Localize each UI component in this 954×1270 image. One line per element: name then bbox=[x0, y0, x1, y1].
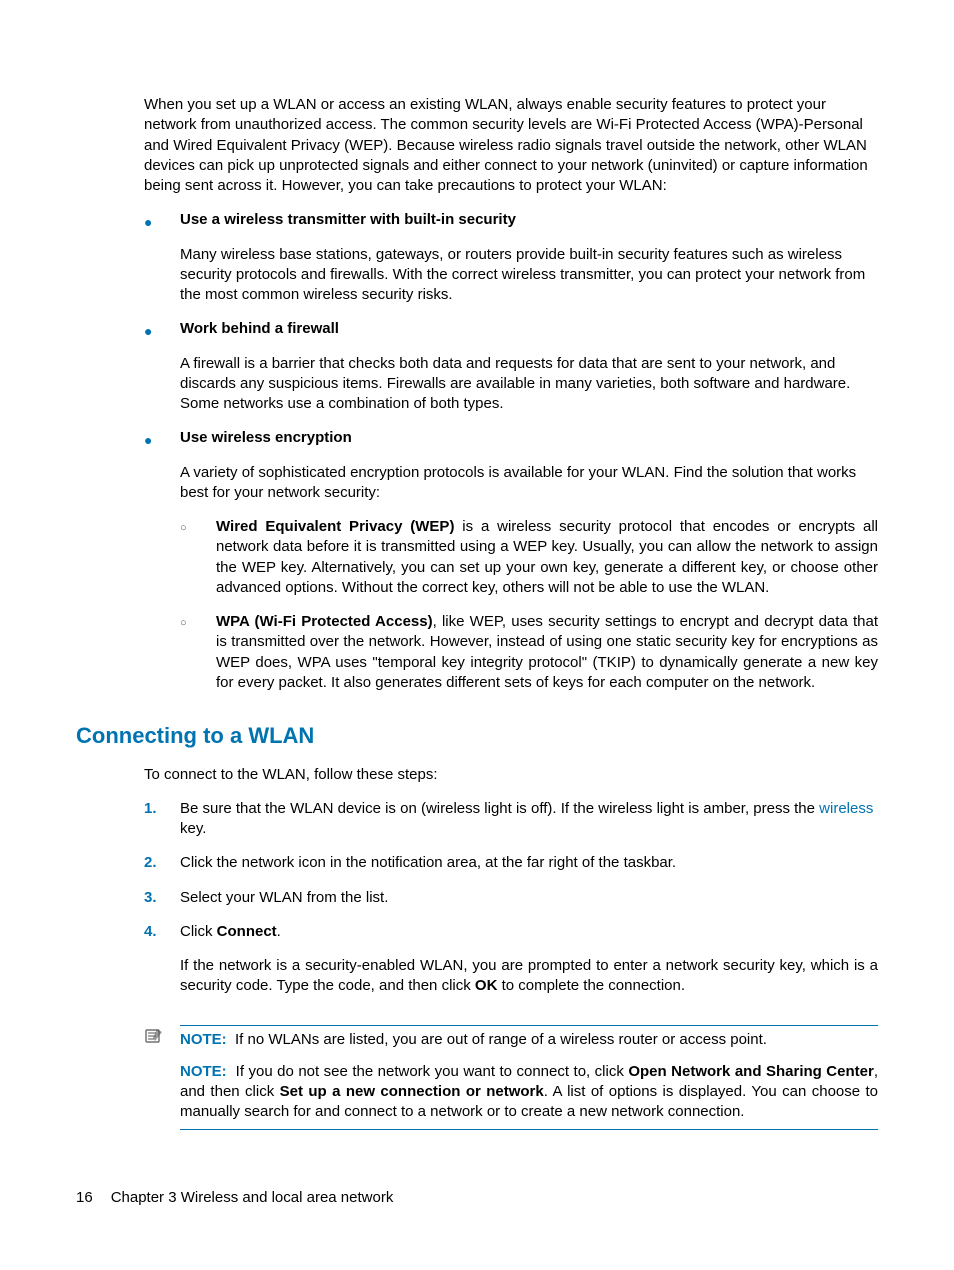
step4-post: . bbox=[277, 923, 281, 940]
bullet-body-text: A firewall is a barrier that checks both… bbox=[180, 354, 878, 415]
list-item: 4. Click Connect. If the network is a se… bbox=[144, 922, 878, 1011]
step1-pre: Be sure that the WLAN device is on (wire… bbox=[180, 800, 819, 817]
page-number: 16 bbox=[76, 1188, 93, 1208]
section-intro-text: To connect to the WLAN, follow these ste… bbox=[144, 765, 878, 785]
document-page: When you set up a WLAN or access an exis… bbox=[0, 0, 954, 1270]
security-bullet-list: ● Use a wireless transmitter with built-… bbox=[144, 210, 878, 693]
list-item: ○ Wired Equivalent Privacy (WEP) is a wi… bbox=[180, 517, 878, 598]
bullet-title: Use wireless encryption bbox=[180, 428, 878, 448]
bullet-body-text: A variety of sophisticated encryption pr… bbox=[180, 463, 878, 504]
list-item: ● Work behind a firewall A firewall is a… bbox=[144, 319, 878, 414]
bullet-content: Use a wireless transmitter with built-in… bbox=[180, 210, 878, 305]
step4-extra: If the network is a security-enabled WLA… bbox=[180, 956, 878, 997]
intro-paragraph: When you set up a WLAN or access an exis… bbox=[144, 95, 878, 196]
page-footer: 16 Chapter 3 Wireless and local area netw… bbox=[76, 1188, 393, 1208]
sub-item-body: WPA (Wi-Fi Protected Access), like WEP, … bbox=[216, 612, 878, 693]
step4-extra-post: to complete the connection. bbox=[497, 977, 685, 994]
step4-pre: Click bbox=[180, 923, 217, 940]
intro-text: When you set up a WLAN or access an exis… bbox=[144, 95, 878, 196]
note2-pre: If you do not see the network you want t… bbox=[236, 1063, 629, 1080]
circle-bullet-icon: ○ bbox=[180, 612, 216, 693]
step-number: 4. bbox=[144, 922, 180, 1011]
section-heading: Connecting to a WLAN bbox=[76, 721, 878, 751]
open-network-label: Open Network and Sharing Center bbox=[628, 1063, 873, 1080]
note1-text: If no WLANs are listed, you are out of r… bbox=[235, 1031, 767, 1048]
note-2: NOTE: If you do not see the network you … bbox=[180, 1062, 878, 1123]
circle-bullet-icon: ○ bbox=[180, 517, 216, 598]
bullet-icon: ● bbox=[144, 428, 180, 693]
note-1: NOTE: If no WLANs are listed, you are ou… bbox=[180, 1030, 878, 1050]
bullet-title: Work behind a firewall bbox=[180, 319, 878, 339]
step-number: 3. bbox=[144, 888, 180, 908]
note-content: NOTE: If no WLANs are listed, you are ou… bbox=[180, 1025, 878, 1130]
bullet-icon: ● bbox=[144, 210, 180, 305]
steps-list: 1. Be sure that the WLAN device is on (w… bbox=[144, 799, 878, 1011]
bullet-icon: ● bbox=[144, 319, 180, 414]
step-number: 2. bbox=[144, 853, 180, 873]
bullet-title: Use a wireless transmitter with built-in… bbox=[180, 210, 878, 230]
list-item: 2. Click the network icon in the notific… bbox=[144, 853, 878, 873]
note-label: NOTE: bbox=[180, 1031, 227, 1048]
step1-post: key. bbox=[180, 820, 206, 837]
list-item: ● Use a wireless transmitter with built-… bbox=[144, 210, 878, 305]
wireless-link[interactable]: wireless bbox=[819, 800, 873, 817]
note-label: NOTE: bbox=[180, 1063, 227, 1080]
step-body: Click the network icon in the notificati… bbox=[180, 853, 878, 873]
setup-connection-label: Set up a new connection or network bbox=[280, 1083, 544, 1100]
bullet-content: Work behind a firewall A firewall is a b… bbox=[180, 319, 878, 414]
sub-item-bold: WPA (Wi-Fi Protected Access) bbox=[216, 613, 433, 630]
step-body: Be sure that the WLAN device is on (wire… bbox=[180, 799, 878, 840]
step-body: Select your WLAN from the list. bbox=[180, 888, 878, 908]
step-number: 1. bbox=[144, 799, 180, 840]
list-item: 3. Select your WLAN from the list. bbox=[144, 888, 878, 908]
step-body: Click Connect. If the network is a secur… bbox=[180, 922, 878, 1011]
sub-item-bold: Wired Equivalent Privacy (WEP) bbox=[216, 518, 454, 535]
note-block: NOTE: If no WLANs are listed, you are ou… bbox=[144, 1025, 878, 1130]
ok-label: OK bbox=[475, 977, 498, 994]
bullet-content: Use wireless encryption A variety of sop… bbox=[180, 428, 878, 693]
chapter-label: Chapter 3 Wireless and local area networ… bbox=[111, 1189, 394, 1206]
section-intro: To connect to the WLAN, follow these ste… bbox=[144, 765, 878, 785]
list-item: ● Use wireless encryption A variety of s… bbox=[144, 428, 878, 693]
list-item: ○ WPA (Wi-Fi Protected Access), like WEP… bbox=[180, 612, 878, 693]
bullet-body-text: Many wireless base stations, gateways, o… bbox=[180, 245, 878, 306]
encryption-sublist: ○ Wired Equivalent Privacy (WEP) is a wi… bbox=[180, 517, 878, 693]
connect-label: Connect bbox=[217, 923, 277, 940]
sub-item-body: Wired Equivalent Privacy (WEP) is a wire… bbox=[216, 517, 878, 598]
note-icon bbox=[144, 1025, 180, 1052]
list-item: 1. Be sure that the WLAN device is on (w… bbox=[144, 799, 878, 840]
